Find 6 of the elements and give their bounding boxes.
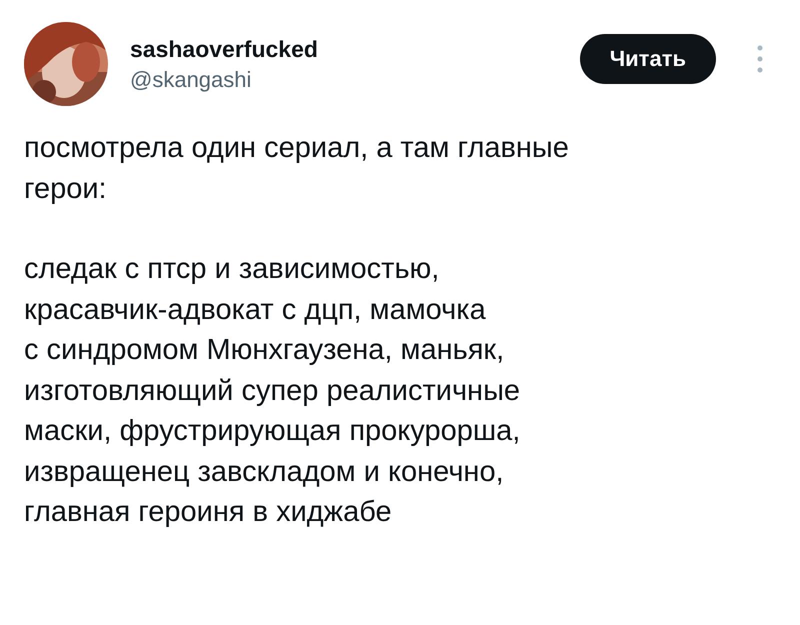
tweet-paragraph: посмотрела один сериал, а там главные герои: <box>24 131 570 206</box>
author-handle[interactable]: @skangashi <box>130 66 558 92</box>
tweet-paragraph: следак с птср и зависимостью, красавчик-адвокат с дцп, мамочка с синдромом Мюнхгаузена, маньяк, изготовляющий супер реалистичные маски, фрустрирующая прокурорша, извращенец завскладом и конечно, главная героиня в хиджабе <box>24 252 522 530</box>
follow-button[interactable]: Читать <box>580 34 716 84</box>
author-name[interactable]: sashaoverfucked <box>130 36 558 62</box>
more-icon[interactable] <box>756 44 764 74</box>
